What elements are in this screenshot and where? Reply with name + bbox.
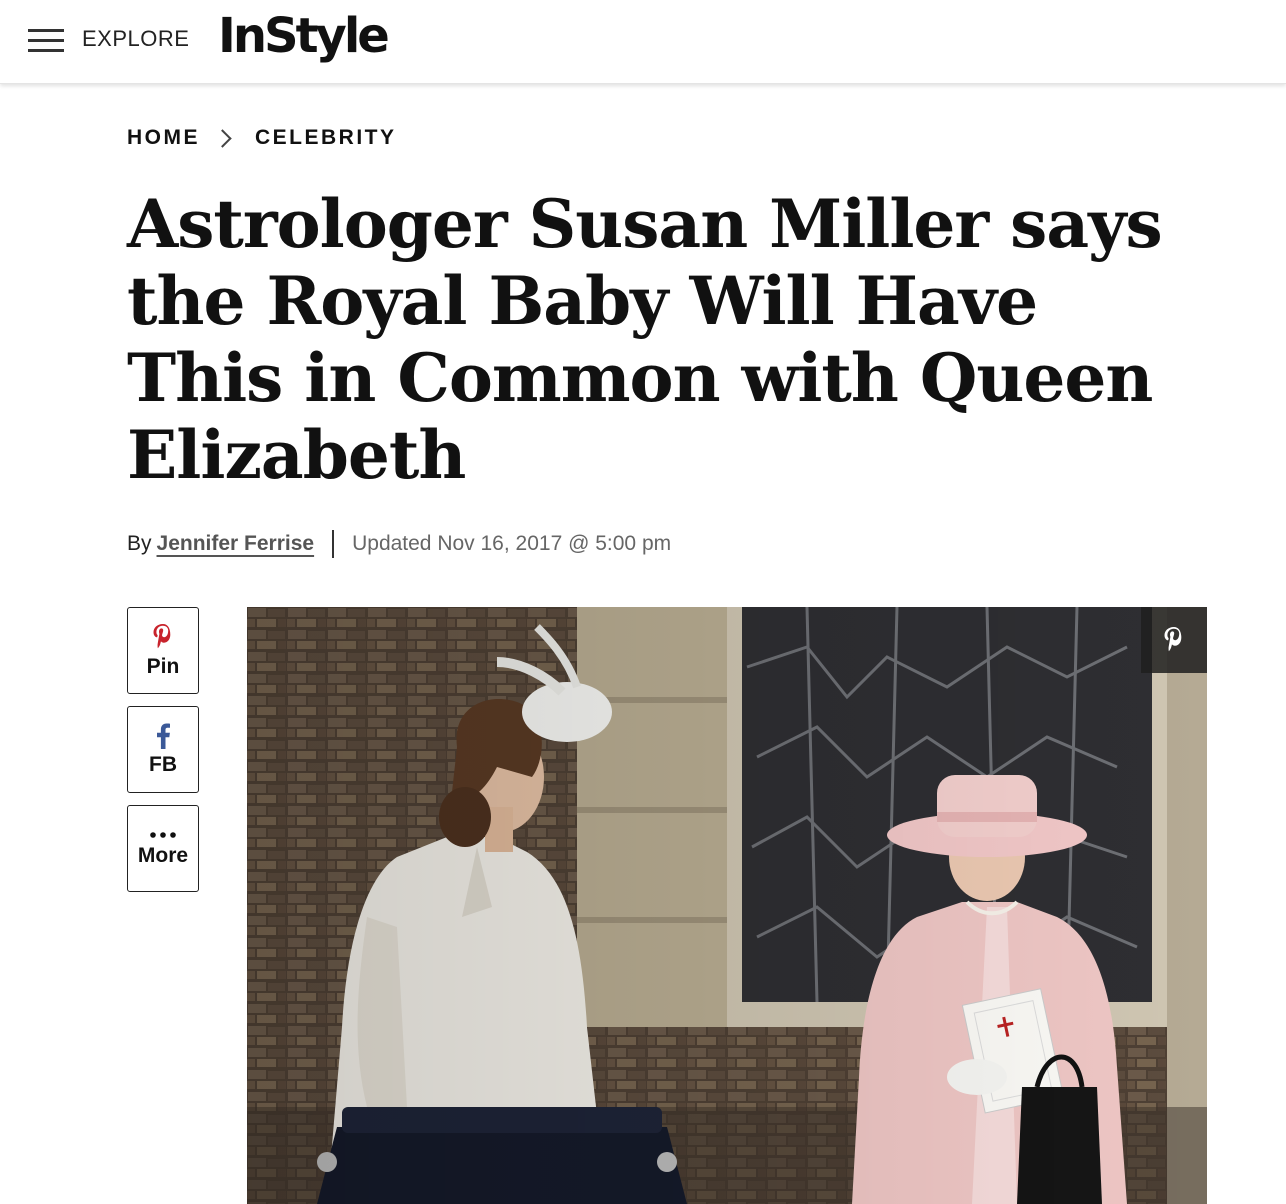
byline-prefix: By bbox=[127, 532, 152, 555]
share-pin-label: Pin bbox=[146, 654, 180, 678]
share-fb-label: FB bbox=[149, 752, 177, 776]
facebook-icon bbox=[157, 723, 170, 749]
byline-divider bbox=[332, 530, 335, 558]
breadcrumb-celebrity[interactable]: CELEBRITY bbox=[255, 126, 397, 150]
article-headline: Astrologer Susan Miller says the Royal B… bbox=[127, 185, 1163, 494]
hamburger-menu-icon[interactable] bbox=[28, 29, 64, 53]
share-pin-button[interactable]: Pin bbox=[127, 607, 199, 694]
updated-date: Updated Nov 16, 2017 @ 5:00 pm bbox=[352, 532, 672, 555]
image-pin-button[interactable] bbox=[1141, 607, 1207, 673]
explore-link[interactable]: EXPLORE bbox=[82, 26, 189, 52]
pinterest-icon bbox=[1164, 627, 1182, 652]
chevron-right-icon bbox=[213, 128, 232, 148]
more-dots-icon bbox=[150, 831, 176, 838]
author-link[interactable]: Jennifer Ferrise bbox=[157, 532, 315, 556]
pinterest-icon bbox=[153, 623, 171, 648]
share-fb-button[interactable]: FB bbox=[127, 706, 199, 793]
share-more-label: More bbox=[137, 843, 189, 867]
byline: By Jennifer Ferrise Updated Nov 16, 2017… bbox=[127, 530, 671, 558]
share-more-button[interactable]: More bbox=[127, 805, 199, 892]
breadcrumb: HOME CELEBRITY bbox=[127, 126, 397, 150]
site-header: EXPLORE InStyle bbox=[0, 0, 1286, 84]
hero-photo-illustration bbox=[247, 607, 1207, 1204]
hero-image bbox=[247, 607, 1207, 1204]
site-logo[interactable]: InStyle bbox=[218, 8, 390, 64]
breadcrumb-home[interactable]: HOME bbox=[127, 126, 200, 150]
